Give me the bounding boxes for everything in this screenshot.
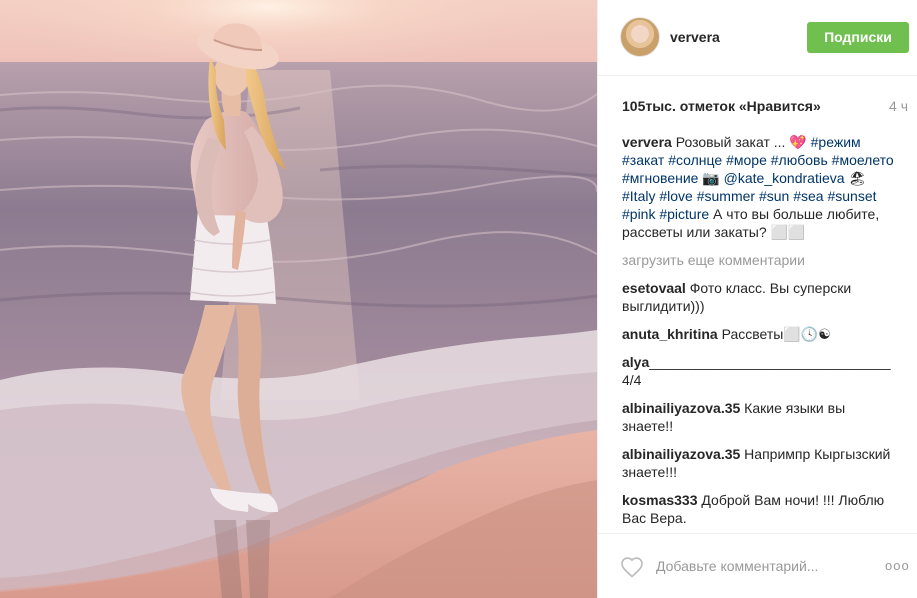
- hashtag[interactable]: #режим: [811, 134, 861, 150]
- comment-item: kosmas333 Доброй Вам ночи! !!! Люблю Вас…: [622, 491, 894, 527]
- comment-text: _______________________________ 4/4: [622, 354, 891, 388]
- more-options-icon[interactable]: ooo: [885, 558, 910, 573]
- sunset-beach-photo: [0, 0, 597, 598]
- avatar[interactable]: [620, 17, 660, 57]
- comment-item: albinailiyazova.35 Напримпр Кыргызский з…: [622, 445, 894, 481]
- add-comment-input[interactable]: Добавьте комментарий...: [656, 558, 818, 574]
- hashtag[interactable]: #love: [659, 188, 692, 204]
- comment-username[interactable]: albinailiyazova.35: [622, 446, 740, 462]
- caption-text: Розовый закат ... 💖: [671, 134, 811, 150]
- hashtag[interactable]: #любовь: [771, 152, 828, 168]
- post-header: ververa Подписки: [598, 0, 917, 76]
- following-button[interactable]: Подписки: [807, 22, 909, 53]
- hashtag[interactable]: #моелето: [832, 152, 894, 168]
- comment-item: alya_______________________________ 4/4: [622, 353, 894, 389]
- caption: ververa Розовый закат ... 💖 #режим #зака…: [622, 133, 894, 241]
- comment-username[interactable]: ververa: [622, 134, 672, 150]
- post-footer: Добавьте комментарий... ooo: [598, 533, 917, 598]
- comment-username[interactable]: esetovaal: [622, 280, 686, 296]
- hashtag[interactable]: #закат: [622, 152, 664, 168]
- likes-row: 105тыс. отметок «Нравится» 4 ч: [622, 98, 908, 116]
- hashtag[interactable]: #pink: [622, 206, 655, 222]
- hashtag[interactable]: #море: [726, 152, 767, 168]
- comment-username[interactable]: kosmas333: [622, 492, 698, 508]
- mention[interactable]: @kate_kondratieva: [724, 170, 845, 186]
- comments-list: ververa Розовый закат ... 💖 #режим #зака…: [622, 133, 894, 537]
- comment-username[interactable]: alya: [622, 354, 649, 370]
- comment-item: anuta_khritina Рассветы⬜🕓☯: [622, 325, 894, 343]
- hashtag[interactable]: #picture: [659, 206, 709, 222]
- author-username[interactable]: ververa: [670, 29, 720, 45]
- comment-text: Рассветы⬜🕓☯: [717, 326, 831, 342]
- comment-username[interactable]: anuta_khritina: [622, 326, 718, 342]
- comment-item: esetovaal Фото класс. Вы суперски выглид…: [622, 279, 894, 315]
- hashtag[interactable]: #Italy: [622, 188, 655, 204]
- caption-text: 🏖: [844, 170, 867, 186]
- likes-count[interactable]: 105тыс. отметок «Нравится»: [622, 98, 821, 114]
- comment-item: albinailiyazova.35 Какие языки вы знаете…: [622, 399, 894, 435]
- hashtag[interactable]: #sun: [759, 188, 789, 204]
- hashtag[interactable]: #sea: [793, 188, 823, 204]
- load-more-comments-link[interactable]: загрузить еще комментарии: [622, 251, 894, 269]
- post-side-panel: ververa Подписки 105тыс. отметок «Нравит…: [597, 0, 917, 598]
- hashtag[interactable]: #summer: [697, 188, 755, 204]
- heart-icon[interactable]: [620, 556, 644, 578]
- comment-username[interactable]: albinailiyazova.35: [622, 400, 740, 416]
- post-photo[interactable]: [0, 0, 597, 598]
- hashtag[interactable]: #мгновение: [622, 170, 698, 186]
- hashtag[interactable]: #солнце: [668, 152, 722, 168]
- hashtag[interactable]: #sunset: [827, 188, 876, 204]
- post-time[interactable]: 4 ч: [889, 98, 908, 114]
- caption-text: 📷: [698, 170, 724, 186]
